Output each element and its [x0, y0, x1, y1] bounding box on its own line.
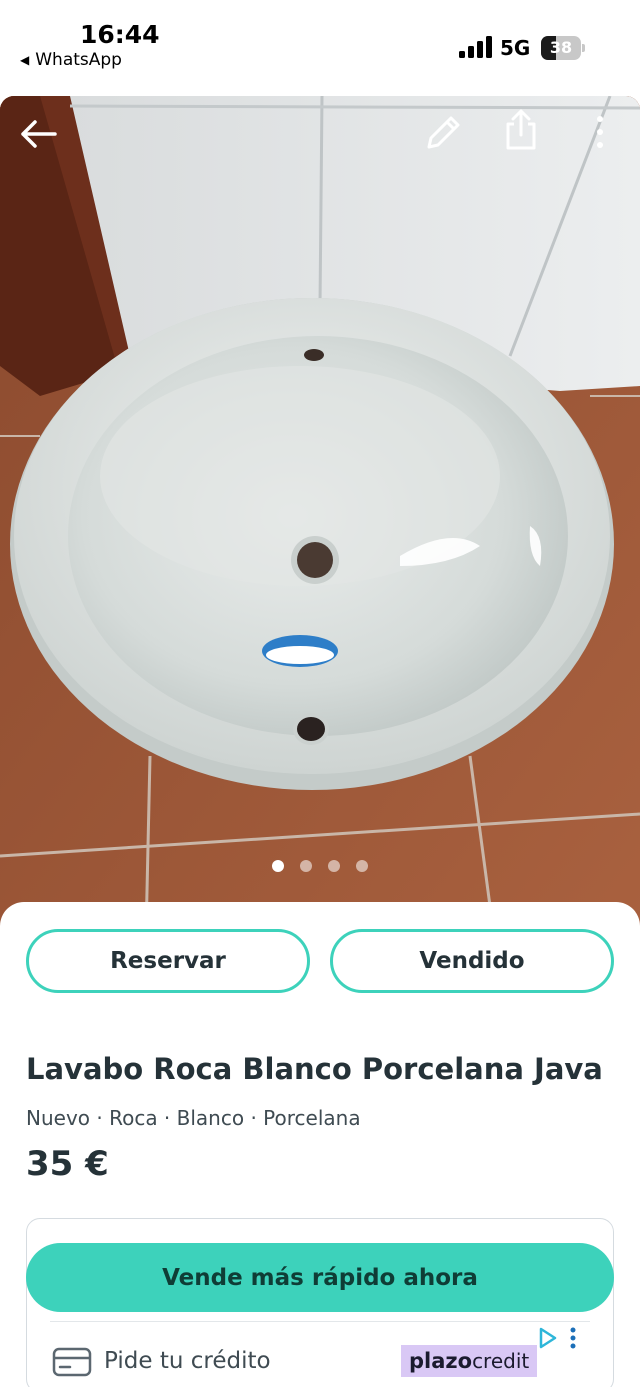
- carousel-dot[interactable]: [328, 860, 340, 872]
- listing-details: Reservar Vendido Lavabo Roca Blanco Porc…: [0, 902, 640, 1387]
- edit-pencil-icon[interactable]: [422, 110, 466, 154]
- carousel-dots[interactable]: [0, 860, 640, 872]
- status-time: 16:44: [80, 20, 160, 49]
- sponsor-strong: plazo: [409, 1349, 473, 1373]
- plazocredit-logo[interactable]: plazo credit: [401, 1345, 538, 1377]
- carousel-dot[interactable]: [356, 860, 368, 872]
- status-bar: 16:44 ◀ WhatsApp 5G 38: [0, 0, 640, 96]
- product-photo[interactable]: [0, 96, 640, 936]
- back-to-app-link[interactable]: ◀ WhatsApp: [20, 50, 122, 70]
- listing-attributes: Nuevo · Roca · Blanco · Porcelana: [26, 1106, 361, 1130]
- carousel-dot[interactable]: [272, 860, 284, 872]
- share-icon[interactable]: [499, 108, 543, 152]
- battery-icon: 38: [541, 36, 585, 60]
- credit-card-icon: [52, 1347, 92, 1377]
- listing-title: Lavabo Roca Blanco Porcelana Java: [26, 1052, 603, 1086]
- network-type: 5G: [500, 36, 531, 60]
- signal-icon: [459, 36, 492, 58]
- listing-price: 35 €: [26, 1144, 109, 1184]
- back-triangle-icon: ◀: [20, 53, 30, 67]
- carousel-dot[interactable]: [300, 860, 312, 872]
- divider: [50, 1321, 590, 1322]
- credit-label[interactable]: Pide tu crédito: [104, 1348, 271, 1374]
- sold-button[interactable]: Vendido: [330, 929, 614, 993]
- sell-faster-button[interactable]: Vende más rápido ahora: [26, 1243, 614, 1312]
- back-app-label: WhatsApp: [35, 50, 122, 70]
- back-arrow-icon[interactable]: [16, 112, 60, 156]
- sponsor-light: credit: [472, 1349, 530, 1373]
- battery-level: 38: [549, 38, 573, 57]
- reserve-button[interactable]: Reservar: [26, 929, 310, 993]
- sink-image: [0, 96, 640, 936]
- adchoices-icon[interactable]: [537, 1326, 581, 1350]
- more-vertical-icon[interactable]: [582, 110, 618, 154]
